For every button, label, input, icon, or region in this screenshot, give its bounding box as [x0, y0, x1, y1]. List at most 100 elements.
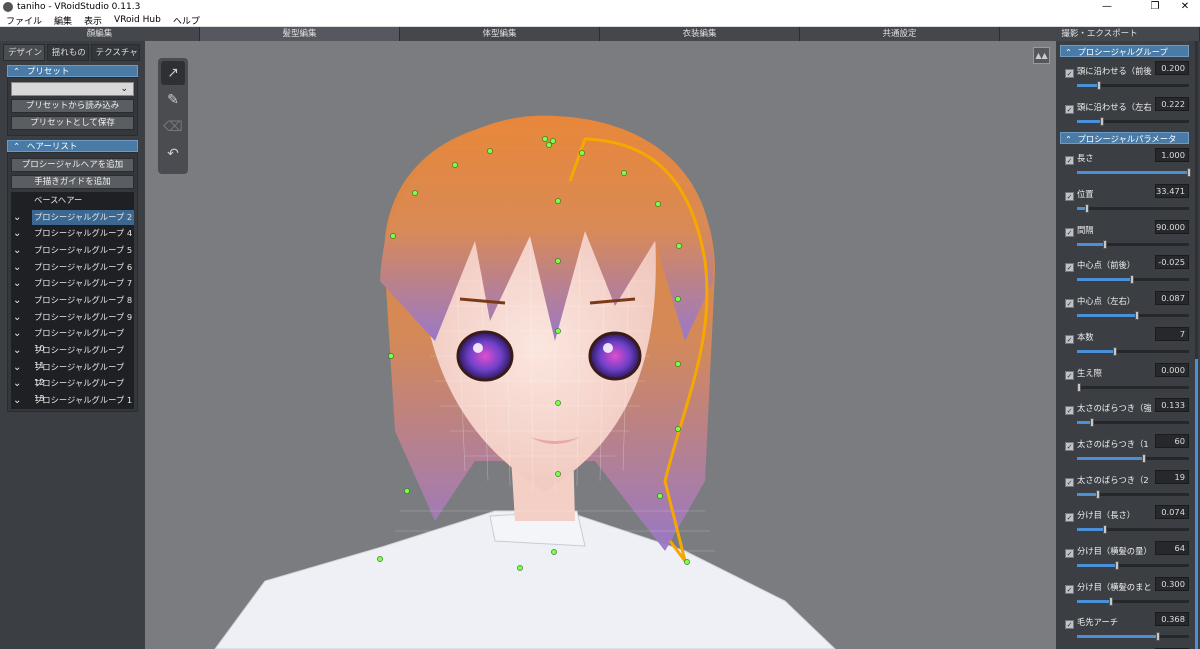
param-slider-handle[interactable]	[1108, 596, 1113, 606]
minimize-button[interactable]: —	[1092, 0, 1122, 14]
param-slider-handle[interactable]	[1089, 418, 1094, 428]
param-value-input[interactable]: 0.300	[1155, 576, 1189, 591]
param-value-input[interactable]: 90.000	[1155, 219, 1189, 234]
tab-outfit-edit[interactable]: 衣装編集	[600, 27, 800, 41]
tab-body-edit[interactable]: 体型編集	[400, 27, 600, 41]
param-slider-handle[interactable]	[1097, 81, 1102, 90]
param-slider[interactable]	[1077, 346, 1189, 356]
param-value-input[interactable]: 64	[1155, 540, 1189, 555]
tab-face-edit[interactable]: 顔編集	[0, 27, 200, 41]
param-slider[interactable]	[1077, 239, 1189, 249]
param-checkbox[interactable]: ✓	[1065, 192, 1074, 202]
param-checkbox[interactable]: ✓	[1065, 513, 1074, 523]
param-value-input[interactable]: 60	[1155, 433, 1189, 448]
param-slider[interactable]	[1077, 560, 1189, 570]
param-value-input[interactable]: 0.133	[1155, 398, 1189, 413]
hair-list-item[interactable]: ⌄ プロシージャルグループ 4	[11, 225, 134, 242]
param-value-input[interactable]: 0.087	[1155, 291, 1189, 306]
maximize-button[interactable]: ❐	[1140, 0, 1170, 14]
subtab-texture[interactable]: テクスチャ	[90, 44, 141, 61]
load-preset-button[interactable]: プリセットから読み込み	[11, 99, 134, 113]
subtab-sway[interactable]: 揺れもの	[46, 44, 89, 61]
param-slider-handle[interactable]	[1115, 560, 1120, 570]
chevron-down-icon[interactable]: ⌄	[13, 245, 25, 256]
param-slider-handle[interactable]	[1187, 168, 1191, 178]
scrollbar-thumb[interactable]	[1195, 359, 1198, 649]
param-slider[interactable]	[1077, 382, 1189, 392]
hair-list-item[interactable]: ⌄ プロシージャルグループ 12	[11, 359, 134, 387]
param-slider-handle[interactable]	[1096, 489, 1101, 499]
add-procedural-hair-button[interactable]: プロシージャルヘアを追加	[11, 158, 134, 172]
param-slider[interactable]	[1077, 525, 1189, 535]
param-slider-handle[interactable]	[1142, 453, 1147, 463]
undo-icon[interactable]: ↶	[161, 142, 185, 166]
hair-list-item[interactable]: ⌄ プロシージャルグループ 10	[11, 326, 134, 353]
subtab-design[interactable]: デザイン	[3, 44, 45, 61]
chevron-down-icon[interactable]: ⌄	[13, 212, 25, 223]
param-checkbox[interactable]: ✓	[1065, 370, 1074, 380]
preset-dropdown[interactable]: ⌄	[11, 82, 134, 96]
select-tool-icon[interactable]: ↗	[161, 61, 185, 85]
hair-list-item[interactable]: ⌄ プロシージャルグループ 2	[11, 209, 134, 226]
chevron-down-icon[interactable]: ⌄	[13, 328, 25, 339]
tab-common-settings[interactable]: 共通設定	[800, 27, 1000, 41]
param-slider[interactable]	[1077, 81, 1189, 90]
group-section-header[interactable]: ⌃ プロシージャルグループ	[1060, 45, 1189, 57]
param-checkbox[interactable]: ✓	[1065, 441, 1074, 451]
param-checkbox[interactable]: ✓	[1065, 227, 1074, 237]
save-preset-button[interactable]: プリセットとして保存	[11, 116, 134, 130]
hair-list-item[interactable]: ⌄ プロシージャルグループ 11	[11, 342, 134, 370]
param-slider[interactable]	[1077, 311, 1189, 321]
param-slider[interactable]	[1077, 453, 1189, 463]
chevron-down-icon[interactable]: ⌄	[13, 262, 25, 273]
param-slider-handle[interactable]	[1099, 116, 1104, 126]
param-checkbox[interactable]: ✓	[1065, 263, 1074, 273]
param-checkbox[interactable]: ✓	[1065, 299, 1074, 309]
param-slider-handle[interactable]	[1103, 239, 1107, 249]
param-section-header[interactable]: ⌃ プロシージャルパラメータ	[1060, 132, 1189, 145]
param-slider-handle[interactable]	[1113, 346, 1118, 356]
param-value-input[interactable]: 0.368	[1155, 612, 1189, 627]
chevron-down-icon[interactable]: ⌄	[13, 295, 25, 306]
hair-list-item[interactable]: ⌄ プロシージャルグループ 6	[11, 259, 134, 276]
chevron-down-icon[interactable]: ⌄	[13, 312, 25, 323]
close-button[interactable]: ✕	[1170, 0, 1200, 14]
param-slider[interactable]	[1077, 204, 1189, 214]
3d-viewport[interactable]: ↗ ✎ ⌫ ↶ ▲▲	[145, 41, 1056, 649]
eraser-tool-icon[interactable]: ⌫	[161, 115, 185, 139]
menu-file[interactable]: ファイル	[6, 14, 42, 27]
tab-hair-edit[interactable]: 髪型編集	[200, 27, 400, 41]
param-value-input[interactable]: 19	[1155, 469, 1189, 484]
param-slider-handle[interactable]	[1077, 382, 1081, 392]
hair-list-item[interactable]: ⌄ プロシージャルグループ 7	[11, 275, 134, 292]
param-slider[interactable]	[1077, 489, 1189, 499]
param-value-input[interactable]: 33.471	[1155, 184, 1189, 199]
param-value-input[interactable]: 1.000	[1155, 148, 1189, 163]
param-slider[interactable]	[1077, 632, 1189, 642]
hair-list-item[interactable]: ⌄ プロシージャルグループ 13	[11, 376, 134, 403]
param-slider-handle[interactable]	[1085, 204, 1090, 214]
symmetry-toggle-icon[interactable]: ▲▲	[1033, 47, 1050, 64]
param-value-input[interactable]: 0.074	[1155, 505, 1189, 520]
param-slider-handle[interactable]	[1155, 632, 1160, 642]
param-value-input[interactable]: 0.000	[1155, 362, 1189, 377]
chevron-down-icon[interactable]: ⌄	[13, 362, 25, 373]
param-checkbox[interactable]: ✓	[1065, 620, 1074, 630]
param-slider[interactable]	[1077, 275, 1189, 285]
chevron-down-icon[interactable]: ⌄	[13, 378, 25, 389]
chevron-down-icon[interactable]: ⌄	[13, 345, 25, 356]
param-checkbox[interactable]: ✓	[1065, 334, 1074, 344]
menu-vroid-hub[interactable]: VRoid Hub	[114, 15, 161, 25]
param-slider-handle[interactable]	[1135, 311, 1140, 321]
menu-help[interactable]: ヘルプ	[173, 14, 200, 27]
param-checkbox[interactable]: ✓	[1065, 69, 1074, 78]
hair-list-item[interactable]: ベースヘアー	[11, 192, 134, 209]
param-value-input[interactable]: 0.200	[1155, 61, 1189, 75]
hair-list-item[interactable]: ⌄ プロシージャルグループ 1	[11, 392, 134, 409]
menu-view[interactable]: 表示	[84, 14, 102, 27]
param-slider-handle[interactable]	[1129, 275, 1134, 285]
param-checkbox[interactable]: ✓	[1065, 406, 1074, 416]
param-checkbox[interactable]: ✓	[1065, 477, 1074, 487]
hair-list-item[interactable]: ⌄ プロシージャルグループ 5	[11, 242, 134, 259]
param-slider[interactable]	[1077, 116, 1189, 126]
